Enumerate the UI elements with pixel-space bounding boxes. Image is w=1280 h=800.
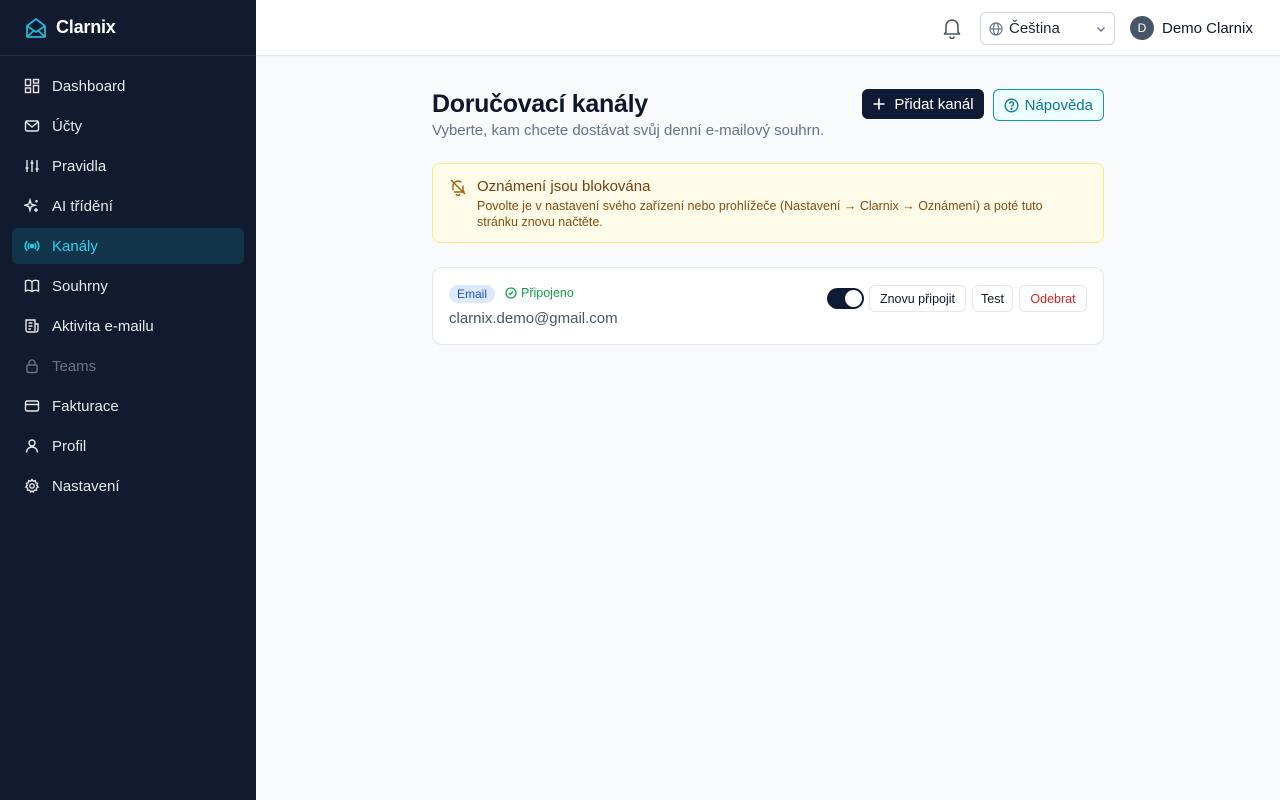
sidebar-item-label: Aktivita e-mailu: [52, 317, 154, 335]
sidebar-item-summaries[interactable]: Souhrny: [12, 268, 244, 304]
help-button[interactable]: Nápověda: [992, 89, 1104, 121]
sidebar-item-label: AI třídění: [52, 197, 113, 215]
receipt-icon: [24, 318, 40, 334]
envelope-logo-icon: [24, 16, 48, 40]
credit-card-icon: [24, 398, 40, 414]
remove-button[interactable]: Odebrat: [1019, 285, 1087, 312]
main-content: Přidat kanál Nápověda Doručovací kanály …: [432, 88, 1104, 345]
avatar: D: [1130, 16, 1154, 40]
sidebar-item-label: Kanály: [52, 237, 98, 255]
add-channel-button[interactable]: Přidat kanál: [862, 89, 984, 119]
check-circle-icon: [505, 287, 517, 299]
user-name: Demo Clarnix: [1162, 19, 1253, 37]
sidebar-item-label: Účty: [52, 117, 82, 135]
language-select[interactable]: Čeština: [980, 12, 1115, 45]
add-channel-label: Přidat kanál: [894, 95, 974, 113]
sidebar-item-ai-sorting[interactable]: AI třídění: [12, 188, 244, 224]
sidebar-item-rules[interactable]: Pravidla: [12, 148, 244, 184]
test-button[interactable]: Test: [972, 285, 1013, 312]
chevron-down-icon: [1096, 24, 1106, 34]
sparkles-icon: [24, 198, 40, 214]
channel-address: clarnix.demo@gmail.com: [449, 310, 618, 327]
sidebar-item-accounts[interactable]: Účty: [12, 108, 244, 144]
sidebar-item-label: Profil: [52, 437, 87, 455]
channel-enabled-toggle[interactable]: [827, 288, 864, 309]
notifications-blocked-alert: Oznámení jsou blokována Povolte je v nas…: [432, 163, 1104, 243]
sidebar-nav: Dashboard Účty Pravidla AI třídění Kanál…: [0, 56, 256, 520]
page-actions: Přidat kanál Nápověda: [862, 89, 1104, 121]
sidebar-item-label: Fakturace: [52, 397, 119, 415]
dashboard-icon: [24, 78, 40, 94]
sidebar-item-billing[interactable]: Fakturace: [12, 388, 244, 424]
sidebar-item-settings[interactable]: Nastavení: [12, 468, 244, 504]
channel-card: Email Připojeno clarnix.demo@gmail.com Z…: [432, 267, 1104, 345]
brand-name: Clarnix: [56, 17, 116, 37]
globe-icon: [989, 21, 1003, 36]
language-value: Čeština: [1009, 20, 1060, 37]
sidebar-item-dashboard[interactable]: Dashboard: [12, 68, 244, 104]
toggle-knob: [845, 290, 862, 307]
help-circle-icon: [1004, 98, 1019, 113]
alert-title: Oznámení jsou blokována: [477, 178, 651, 195]
sidebar-item-label: Souhrny: [52, 277, 108, 295]
status-label: Připojeno: [521, 286, 574, 300]
status-badge: Připojeno: [505, 286, 574, 300]
user-menu[interactable]: D Demo Clarnix: [1130, 16, 1253, 40]
sidebar-item-profile[interactable]: Profil: [12, 428, 244, 464]
channel-type-badge: Email: [449, 285, 496, 303]
sidebar-item-channels[interactable]: Kanály: [12, 228, 244, 264]
alert-text: Povolte je v nastavení svého zařízení ne…: [477, 199, 1043, 229]
bell-icon[interactable]: [942, 17, 962, 39]
sidebar-item-label: Dashboard: [52, 77, 126, 95]
lock-icon: [24, 358, 40, 374]
sliders-icon: [24, 158, 40, 174]
bell-off-icon: [449, 178, 467, 196]
reconnect-button[interactable]: Znovu připojit: [869, 285, 966, 312]
broadcast-icon: [24, 238, 40, 254]
mail-icon: [24, 118, 40, 134]
sidebar-item-label: Teams: [52, 357, 97, 375]
sidebar: Clarnix Dashboard Účty Pravidla AI třídě…: [0, 0, 256, 800]
plus-icon: [872, 97, 886, 111]
sidebar-item-teams: Teams: [12, 348, 244, 384]
brand[interactable]: Clarnix: [0, 0, 256, 56]
sidebar-item-email-activity[interactable]: Aktivita e-mailu: [12, 308, 244, 344]
top-bar: Čeština D Demo Clarnix: [256, 0, 1280, 56]
user-icon: [24, 438, 40, 454]
gear-icon: [24, 478, 40, 494]
sidebar-item-label: Nastavení: [52, 477, 120, 495]
book-icon: [24, 278, 40, 294]
help-label: Nápověda: [1024, 96, 1093, 114]
page-subtitle: Vyberte, kam chcete dostávat svůj denní …: [432, 122, 825, 139]
sidebar-item-label: Pravidla: [52, 157, 107, 175]
